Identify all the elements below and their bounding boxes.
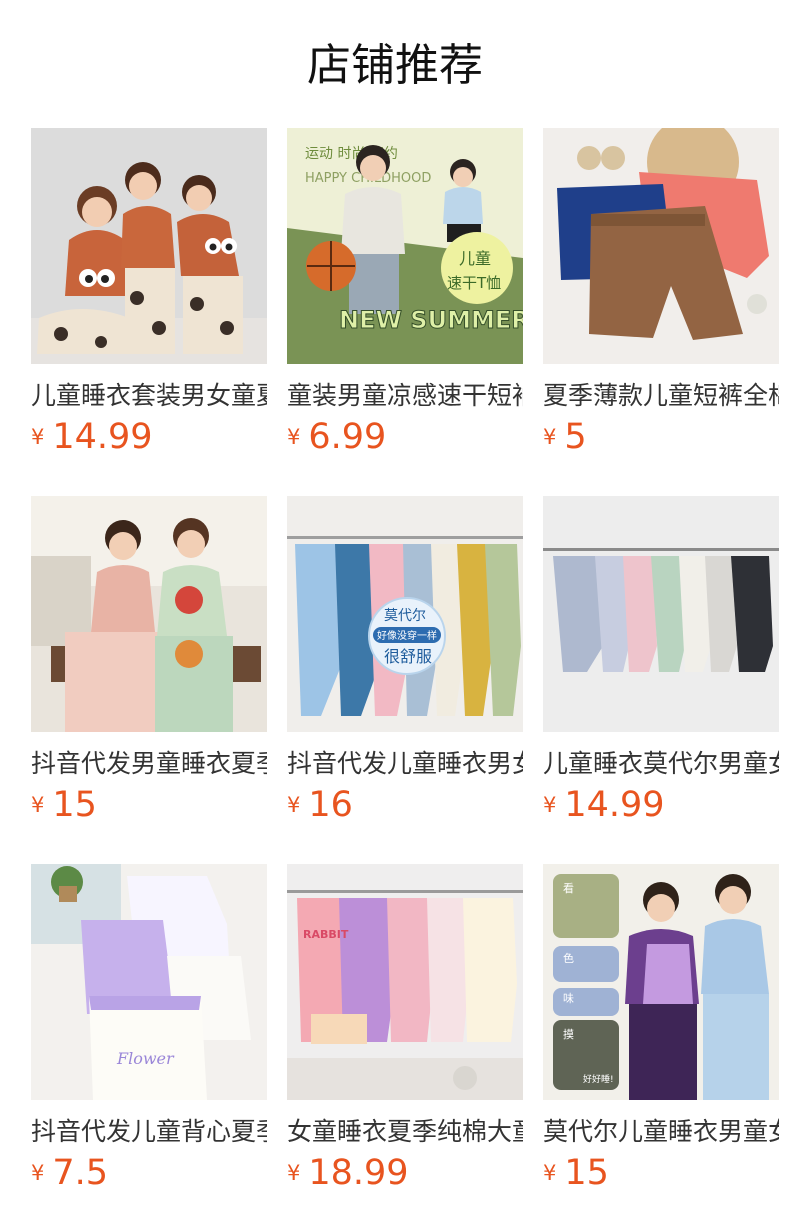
product-price: ¥14.99 bbox=[543, 784, 665, 826]
product-image[interactable]: 看 色 味 摸 好好睡! bbox=[543, 864, 779, 1100]
price-value: 6.99 bbox=[308, 417, 387, 457]
currency-symbol: ¥ bbox=[287, 425, 301, 449]
product-name: 莫代尔儿童睡衣男童女 bbox=[543, 1117, 779, 1146]
product-image[interactable] bbox=[543, 128, 779, 364]
product-price: ¥6.99 bbox=[287, 416, 386, 458]
currency-symbol: ¥ bbox=[31, 425, 45, 449]
product-price: ¥16 bbox=[287, 784, 353, 826]
currency-symbol: ¥ bbox=[543, 425, 557, 449]
product-name: 夏季薄款儿童短裤全棉 bbox=[543, 381, 779, 410]
image-caption: RABBIT bbox=[303, 928, 349, 941]
product-card[interactable]: 儿童睡衣莫代尔男童女 ¥14.99 bbox=[543, 496, 779, 826]
product-price: ¥15 bbox=[31, 784, 97, 826]
currency-symbol: ¥ bbox=[543, 1161, 557, 1185]
price-value: 14.99 bbox=[52, 417, 153, 457]
product-price: ¥18.99 bbox=[287, 1152, 409, 1194]
product-name: 抖音代发男童睡衣夏季 bbox=[31, 749, 267, 778]
product-card[interactable]: 运动 时尚 简约 HAPPY CHILDHOOD 儿童 速干T恤 NEW SUM… bbox=[287, 128, 523, 458]
product-price: ¥7.5 bbox=[31, 1152, 108, 1194]
currency-symbol: ¥ bbox=[543, 793, 557, 817]
product-image[interactable]: RABBIT bbox=[287, 864, 523, 1100]
image-caption: 很舒服 bbox=[384, 647, 432, 666]
price-value: 16 bbox=[308, 785, 353, 825]
product-price: ¥5 bbox=[543, 416, 587, 458]
image-badge: 速干T恤 bbox=[447, 274, 501, 292]
price-value: 18.99 bbox=[308, 1153, 409, 1193]
product-name: 儿童睡衣莫代尔男童女 bbox=[543, 749, 779, 778]
product-image[interactable]: 莫代尔 好像没穿一样 很舒服 bbox=[287, 496, 523, 732]
product-name: 抖音代发儿童背心夏季 bbox=[31, 1117, 267, 1146]
image-badge: 儿童 bbox=[459, 249, 491, 268]
product-card[interactable]: Flower 抖音代发儿童背心夏季 ¥7.5 bbox=[31, 864, 267, 1194]
image-caption: 看 bbox=[563, 881, 574, 895]
product-name: 儿童睡衣套装男女童夏 bbox=[31, 381, 267, 410]
product-card[interactable]: RABBIT 女童睡衣夏季纯棉大童 ¥18.99 bbox=[287, 864, 523, 1194]
image-caption: 好像没穿一样 bbox=[377, 629, 437, 642]
image-caption: 好好睡! bbox=[583, 1073, 614, 1085]
image-caption: 色 bbox=[563, 951, 574, 965]
product-price: ¥15 bbox=[543, 1152, 609, 1194]
image-caption: Flower bbox=[116, 1049, 175, 1068]
product-card[interactable]: 儿童睡衣套装男女童夏 ¥14.99 bbox=[31, 128, 267, 458]
product-name: 抖音代发儿童睡衣男女 bbox=[287, 749, 523, 778]
image-banner: NEW SUMMER bbox=[339, 306, 523, 334]
product-name: 童装男童凉感速干短袖 bbox=[287, 381, 523, 410]
product-image[interactable] bbox=[543, 496, 779, 732]
product-card[interactable]: 莫代尔 好像没穿一样 很舒服 抖音代发儿童睡衣男女 ¥16 bbox=[287, 496, 523, 826]
image-caption: 莫代尔 bbox=[384, 608, 426, 624]
product-card[interactable]: 看 色 味 摸 好好睡! 莫代尔儿童睡衣男童女 ¥ 15 bbox=[543, 864, 779, 1194]
currency-symbol: ¥ bbox=[31, 793, 45, 817]
product-image[interactable]: 运动 时尚 简约 HAPPY CHILDHOOD 儿童 速干T恤 NEW SUM… bbox=[287, 128, 523, 364]
product-name: 女童睡衣夏季纯棉大童 bbox=[287, 1117, 523, 1146]
price-value: 7.5 bbox=[52, 1153, 109, 1193]
product-card[interactable]: 抖音代发男童睡衣夏季 ¥15 bbox=[31, 496, 267, 826]
currency-symbol: ¥ bbox=[287, 1161, 301, 1185]
image-caption: 摸 bbox=[563, 1028, 574, 1041]
product-image[interactable] bbox=[31, 128, 267, 364]
section-title: 店铺推荐 bbox=[307, 40, 483, 91]
price-value: 15 bbox=[52, 785, 97, 825]
price-value: 15 bbox=[564, 1153, 609, 1193]
price-value: 14.99 bbox=[564, 785, 665, 825]
product-image[interactable]: Flower bbox=[31, 864, 267, 1100]
image-caption: 味 bbox=[563, 992, 574, 1005]
currency-symbol: ¥ bbox=[287, 793, 301, 817]
product-price: ¥14.99 bbox=[31, 416, 153, 458]
product-card[interactable]: 夏季薄款儿童短裤全棉 ¥5 bbox=[543, 128, 779, 458]
currency-symbol: ¥ bbox=[31, 1161, 45, 1185]
store-recommend-page: 店铺推荐 儿童睡衣套装男女童夏 ¥ 14.99 运动 时尚 简约 HAPPY C… bbox=[0, 0, 790, 1232]
price-value: 5 bbox=[564, 417, 587, 457]
product-image[interactable] bbox=[31, 496, 267, 732]
